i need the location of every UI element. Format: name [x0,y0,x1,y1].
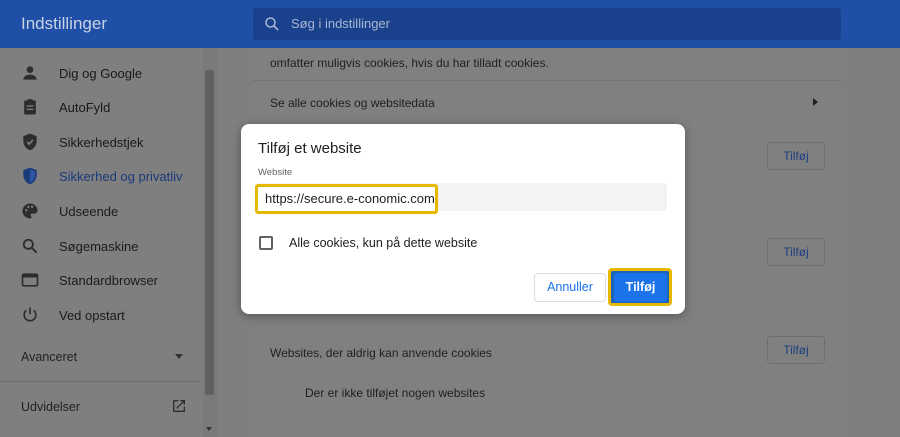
scrollbar-thumb[interactable] [205,70,214,395]
all-cookies-checkbox[interactable] [259,236,273,250]
palette-icon [22,203,38,219]
website-field[interactable]: https://secure.e-conomic.com [265,191,435,206]
chevron-right-icon [813,98,818,106]
sidebar-item-ved-opstart[interactable]: Ved opstart [0,299,202,331]
search-icon [265,17,279,31]
sidebar-item-label: Ved opstart [59,308,125,323]
see-all-cookies-link[interactable]: Se alle cookies og websitedata [270,96,435,110]
add-button[interactable]: Tilføj [614,273,667,302]
sidebar-item-autofyld[interactable]: AutoFyld [0,91,202,123]
clipboard-icon [24,99,36,115]
sidebar-item-label: Dig og Google [59,66,143,81]
sidebar-advanced[interactable]: Avanceret [21,350,77,364]
add-site-button-2[interactable]: Tilføj [767,238,825,266]
power-icon [23,307,37,322]
sidebar-item-sikkerhedstjek[interactable]: Sikkerhedstjek [0,126,202,158]
person-icon [23,66,37,80]
sidebar-item-sogemaskine[interactable]: Søgemaskine [0,230,202,262]
open-external-icon[interactable] [171,398,187,414]
cancel-button[interactable]: Annuller [534,273,606,302]
sidebar-item-udseende[interactable]: Udseende [0,195,202,227]
shield-check-icon [23,133,37,151]
search-input[interactable]: Søg i indstillinger [253,8,841,40]
chevron-down-icon[interactable] [175,354,183,359]
top-bar: Indstillinger Søg i indstillinger [0,0,900,48]
sidebar-item-label: Standardbrowser [59,273,158,288]
shield-icon [23,167,37,185]
no-sites-text: Der er ikke tilføjet nogen websites [305,386,486,400]
sidebar-item-standardbrowser[interactable]: Standardbrowser [0,264,202,296]
search-placeholder: Søg i indstillinger [291,16,390,31]
add-website-dialog: Tilføj et website Website https://secure… [241,124,685,314]
browser-icon [21,273,39,287]
sidebar-item-dig-og-google[interactable]: Dig og Google [0,57,202,89]
sidebar-item-label: Søgemaskine [59,239,139,254]
dialog-title: Tilføj et website [258,140,362,157]
add-site-button-3[interactable]: Tilføj [767,336,825,364]
website-field-label: Website [258,167,293,178]
sidebar: Dig og Google AutoFyld Sikkerhedstjek Si… [0,48,202,437]
add-site-button-1[interactable]: Tilføj [767,142,825,170]
sidebar-item-sikkerhed-og-privatliv[interactable]: Sikkerhed og privatliv [0,160,202,192]
divider [253,80,841,81]
page-title: Indstillinger [21,14,107,33]
divider [0,381,202,382]
never-cookies-heading: Websites, der aldrig kan anvende cookies [270,346,492,360]
sidebar-item-label: Sikkerhedstjek [59,135,144,150]
cookie-description: omfatter muligvis cookies, hvis du har t… [270,56,549,70]
sidebar-extensions[interactable]: Udvidelser [21,400,80,414]
sidebar-item-label: AutoFyld [59,100,111,115]
sidebar-item-label: Sikkerhed og privatliv [59,169,183,184]
search-icon [22,238,38,254]
sidebar-item-label: Udseende [59,204,119,219]
scroll-down-arrow-icon[interactable] [206,427,212,431]
checkbox-label: Alle cookies, kun på dette website [289,236,478,250]
